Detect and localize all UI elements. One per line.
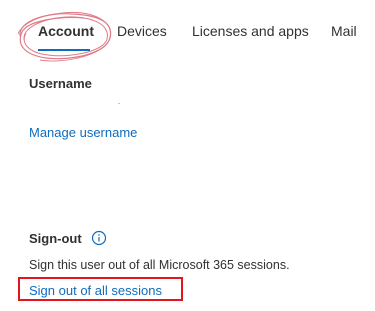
signout-heading: Sign-out	[29, 231, 82, 246]
username-value	[118, 103, 120, 104]
sign-out-all-sessions-link[interactable]: Sign out of all sessions	[29, 283, 162, 298]
tab-account[interactable]: Account	[38, 23, 94, 39]
manage-username-link[interactable]: Manage username	[29, 125, 137, 140]
tab-mail[interactable]: Mail	[331, 23, 357, 39]
username-heading: Username	[29, 76, 92, 91]
tab-licenses-and-apps[interactable]: Licenses and apps	[192, 23, 309, 39]
tab-devices[interactable]: Devices	[117, 23, 167, 39]
info-icon[interactable]	[91, 230, 107, 246]
tab-bar: Account Devices Licenses and apps Mail	[0, 0, 375, 62]
signout-description: Sign this user out of all Microsoft 365 …	[29, 258, 290, 272]
active-tab-indicator	[38, 49, 90, 51]
